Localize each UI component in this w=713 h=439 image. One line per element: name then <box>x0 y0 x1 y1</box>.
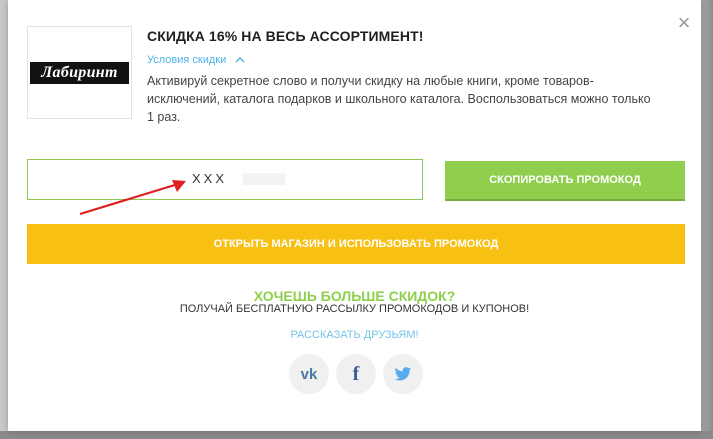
twitter-icon <box>394 366 412 380</box>
facebook-icon: f <box>352 362 360 385</box>
conditions-label: Условия скидки <box>147 54 227 66</box>
promo-modal: × Лабиринт СКИДКА 16% НА ВЕСЬ АССОРТИМЕН… <box>8 0 701 431</box>
subscribe-subtitle: ПОЛУЧАЙ БЕСПЛАТНУЮ РАССЫЛКУ ПРОМОКОДОВ И… <box>179 303 530 315</box>
conditions-toggle[interactable]: Условия скидки <box>147 54 245 66</box>
copy-promo-button[interactable]: СКОПИРОВАТЬ ПРОМОКОД <box>445 161 685 201</box>
chevron-up-icon <box>235 54 245 66</box>
open-shop-button[interactable]: ОТКРЫТЬ МАГАЗИН И ИСПОЛЬЗОВАТЬ ПРОМОКОД <box>27 224 685 264</box>
offer-title: СКИДКА 16% НА ВЕСЬ АССОРТИМЕНТ! <box>147 28 424 44</box>
store-logo: Лабиринт <box>27 26 132 119</box>
subscribe-title: ХОЧЕШЬ БОЛЬШЕ СКИДОК? <box>253 288 456 304</box>
twitter-share-button[interactable] <box>383 354 423 394</box>
red-arrow-annotation <box>79 180 186 216</box>
close-icon[interactable]: × <box>675 12 693 34</box>
facebook-share-button[interactable]: f <box>336 354 376 394</box>
offer-description: Активируй секретное слово и получи скидк… <box>147 74 651 124</box>
promo-code-masked <box>243 173 285 185</box>
overlay-edge-bottom <box>0 431 713 439</box>
overlay-edge <box>701 0 713 439</box>
share-link[interactable]: РАССКАЗАТЬ ДРУЗЬЯМ! <box>8 329 701 341</box>
vk-icon: vk <box>300 365 318 383</box>
logo-text: Лабиринт <box>30 62 129 84</box>
vk-share-button[interactable]: vk <box>289 354 329 394</box>
